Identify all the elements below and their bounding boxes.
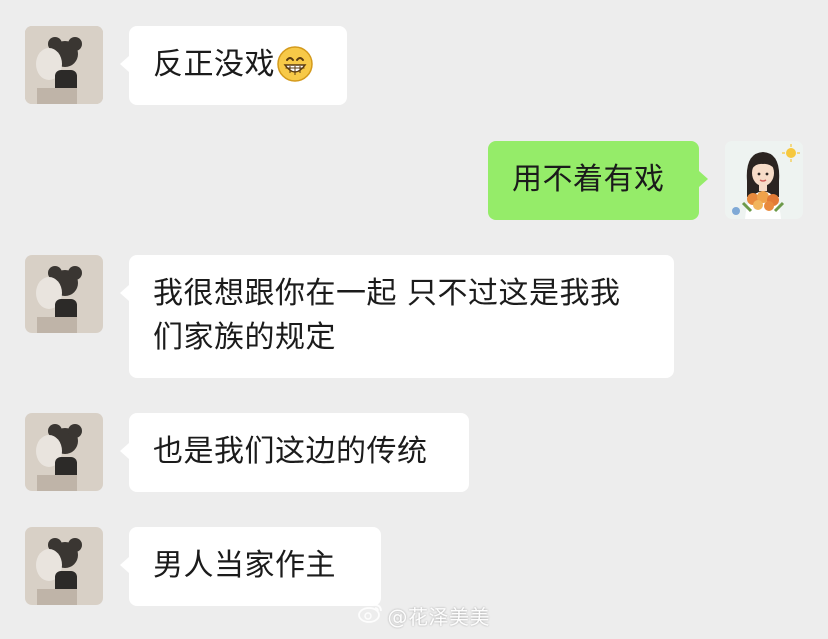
- contact-avatar-image: [25, 527, 103, 605]
- bubble-tail: [120, 443, 129, 459]
- chat-area[interactable]: 反正没戏 用不着有戏 我很想跟你在一起 只不过这是我我 们家族的规定 也是我们这…: [0, 0, 828, 639]
- message-text: 男人当家作主: [153, 548, 336, 583]
- message-text: 反正没戏: [153, 47, 275, 82]
- bubble-tail: [120, 56, 129, 72]
- contact-avatar-image: [25, 26, 103, 104]
- contact-avatar[interactable]: [25, 413, 103, 491]
- self-avatar[interactable]: [725, 141, 803, 219]
- message-text: 也是我们这边的传统: [153, 434, 428, 469]
- watermark: @花泽美美: [357, 601, 491, 630]
- self-avatar-image: [725, 141, 803, 219]
- contact-avatar-image: [25, 413, 103, 491]
- message-text-line: 我很想跟你在一起 只不过这是我我: [153, 276, 621, 311]
- message-text-line: 们家族的规定: [153, 320, 336, 355]
- message-text: 用不着有戏: [512, 162, 665, 197]
- contact-avatar[interactable]: [25, 527, 103, 605]
- message-bubble-outgoing[interactable]: 用不着有戏: [488, 141, 699, 220]
- contact-avatar[interactable]: [25, 255, 103, 333]
- message-bubble-incoming[interactable]: 反正没戏: [129, 26, 347, 105]
- bubble-tail: [120, 285, 129, 301]
- message-bubble-incoming[interactable]: 男人当家作主: [129, 527, 381, 606]
- weibo-icon: [357, 602, 384, 629]
- contact-avatar-image: [25, 255, 103, 333]
- grinning-face-emoji: [277, 46, 313, 95]
- bubble-tail: [120, 557, 129, 573]
- contact-avatar[interactable]: [25, 26, 103, 104]
- message-bubble-incoming[interactable]: 我很想跟你在一起 只不过这是我我 们家族的规定: [129, 255, 674, 378]
- watermark-text: @花泽美美: [387, 605, 490, 629]
- message-bubble-incoming[interactable]: 也是我们这边的传统: [129, 413, 469, 492]
- bubble-tail: [699, 171, 708, 187]
